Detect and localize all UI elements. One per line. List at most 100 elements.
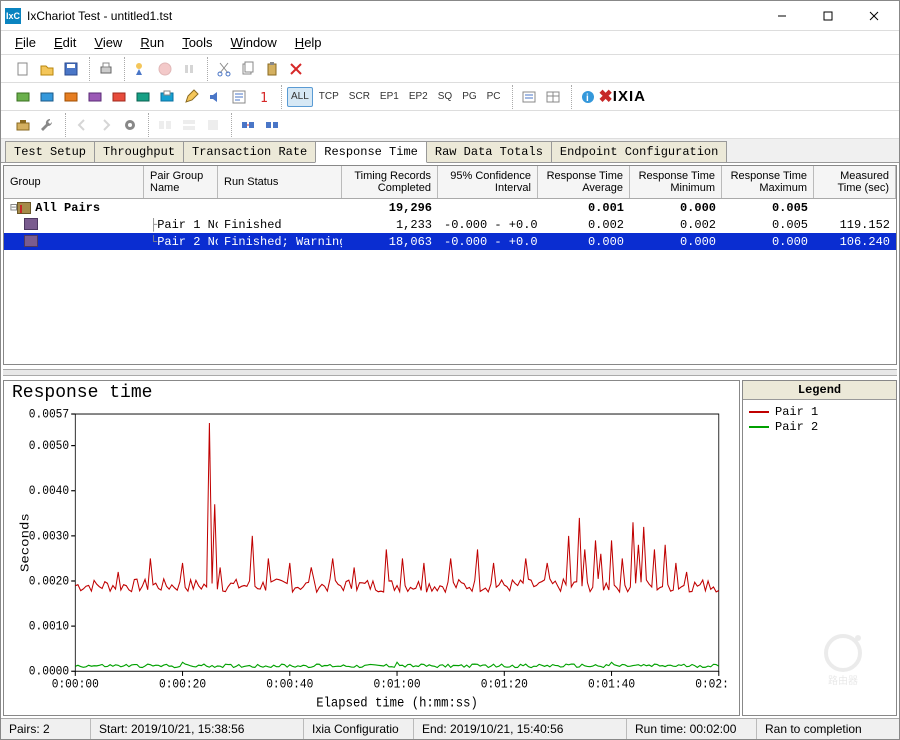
maximize-button[interactable] [805, 2, 851, 30]
chart-plot[interactable]: 0.00000.00100.00200.00300.00400.00500.00… [14, 407, 729, 711]
table-body[interactable]: ⊟ All Pairs19,2960.0010.0000.005 ├Pair 1… [4, 199, 896, 364]
col-measured[interactable]: Measured Time (sec) [814, 166, 896, 198]
svg-text:0.0040: 0.0040 [29, 484, 69, 499]
tab-test-setup[interactable]: Test Setup [5, 141, 95, 162]
status-config: Ixia Configuratio [304, 719, 414, 739]
tab-response-time[interactable]: Response Time [315, 141, 427, 163]
new-icon[interactable] [12, 58, 34, 80]
endpoint1-icon[interactable] [12, 86, 34, 108]
legend-swatch-icon [749, 411, 769, 413]
toolbar-endpoints: 1 ALLTCPSCREP1EP2SQPGPC i ✖ IXIA [1, 83, 899, 111]
col-group[interactable]: Group [4, 166, 144, 198]
one-icon[interactable]: 1 [252, 86, 274, 108]
menu-help[interactable]: Help [287, 33, 330, 52]
endpoint5-icon[interactable] [108, 86, 130, 108]
table-header: Group Pair Group Name Run Status Timing … [4, 166, 896, 199]
status-runtime: Run time: 00:02:00 [627, 719, 757, 739]
info-icon[interactable]: i [577, 86, 599, 108]
filter-ep2[interactable]: EP2 [405, 87, 432, 107]
minimize-button[interactable] [759, 2, 805, 30]
filter-tcp[interactable]: TCP [315, 87, 343, 107]
menu-edit[interactable]: Edit [46, 33, 84, 52]
filter-pc[interactable]: PC [483, 87, 505, 107]
pause-icon [178, 58, 200, 80]
svg-text:0.0010: 0.0010 [29, 619, 69, 634]
svg-text:0:01:00: 0:01:00 [373, 677, 420, 692]
endpoint3-icon[interactable] [60, 86, 82, 108]
edit-endpoint-icon[interactable] [180, 86, 202, 108]
delete-icon[interactable] [285, 58, 307, 80]
menu-window[interactable]: Window [223, 33, 285, 52]
speaker-icon[interactable] [204, 86, 226, 108]
window-title: IxChariot Test - untitled1.tst [27, 9, 759, 23]
svg-text:Seconds: Seconds [18, 513, 32, 572]
filter-all[interactable]: ALL [287, 87, 313, 107]
col-confidence[interactable]: 95% Confidence Interval [438, 166, 538, 198]
filter-ep1[interactable]: EP1 [376, 87, 403, 107]
col-avg[interactable]: Response Time Average [538, 166, 630, 198]
group-icon [17, 202, 31, 214]
col-max[interactable]: Response Time Maximum [722, 166, 814, 198]
group-icon[interactable] [237, 114, 259, 136]
status-start: Start: 2019/10/21, 15:38:56 [91, 719, 304, 739]
open-icon[interactable] [36, 58, 58, 80]
endpoint6-icon[interactable] [132, 86, 154, 108]
tab-transaction-rate[interactable]: Transaction Rate [183, 141, 316, 162]
ixia-logo: ✖ IXIA [600, 87, 646, 107]
print-icon[interactable] [95, 58, 117, 80]
gear-icon[interactable] [119, 114, 141, 136]
status-end: End: 2019/10/21, 15:40:56 [414, 719, 627, 739]
arrow-right-icon [95, 114, 117, 136]
splitter[interactable] [3, 369, 897, 376]
filter-pg[interactable]: PG [458, 87, 480, 107]
table-row[interactable]: └Pair 2 No GroupFinished; Warning(s)18,0… [4, 233, 896, 250]
tab-endpoint-configuration[interactable]: Endpoint Configuration [551, 141, 727, 162]
wrench-icon[interactable] [36, 114, 58, 136]
svg-text:0.0030: 0.0030 [29, 529, 69, 544]
result-tabs: Test SetupThroughputTransaction RateResp… [1, 139, 899, 163]
legend-item[interactable]: Pair 2 [749, 420, 890, 434]
svg-text:i: i [586, 93, 589, 104]
menu-view[interactable]: View [86, 33, 130, 52]
titlebar: IxC IxChariot Test - untitled1.tst [1, 1, 899, 31]
pair-icon [24, 235, 38, 247]
cut-icon[interactable] [213, 58, 235, 80]
col-pair-group[interactable]: Pair Group Name [144, 166, 218, 198]
results-table: Group Pair Group Name Run Status Timing … [3, 165, 897, 365]
list-icon[interactable] [518, 86, 540, 108]
save-icon[interactable] [60, 58, 82, 80]
table-icon[interactable] [542, 86, 564, 108]
align2-icon [178, 114, 200, 136]
endpoint4-icon[interactable] [84, 86, 106, 108]
table-row-summary[interactable]: ⊟ All Pairs19,2960.0010.0000.005 [4, 199, 896, 216]
paste-icon[interactable] [261, 58, 283, 80]
legend-item[interactable]: Pair 1 [749, 405, 890, 419]
align3-icon [202, 114, 224, 136]
chart-panel: Response time 0.00000.00100.00200.00300.… [3, 380, 740, 716]
menu-file[interactable]: File [7, 33, 44, 52]
tab-throughput[interactable]: Throughput [94, 141, 184, 162]
filter-scr[interactable]: SCR [345, 87, 374, 107]
menu-tools[interactable]: Tools [174, 33, 220, 52]
col-run-status[interactable]: Run Status [218, 166, 342, 198]
config-icon[interactable] [228, 86, 250, 108]
status-completion: Ran to completion [757, 719, 899, 739]
col-min[interactable]: Response Time Minimum [630, 166, 722, 198]
tab-raw-data-totals[interactable]: Raw Data Totals [426, 141, 552, 162]
svg-text:0.0020: 0.0020 [29, 574, 69, 589]
endpoint7-icon[interactable] [156, 86, 178, 108]
close-button[interactable] [851, 2, 897, 30]
filter-sq[interactable]: SQ [434, 87, 456, 107]
svg-text:0:00:00: 0:00:00 [52, 677, 99, 692]
menu-run[interactable]: Run [132, 33, 172, 52]
ungroup-icon[interactable] [261, 114, 283, 136]
toolbox-icon[interactable] [12, 114, 34, 136]
run-icon[interactable] [130, 58, 152, 80]
col-timing[interactable]: Timing Records Completed [342, 166, 438, 198]
table-row[interactable]: ├Pair 1 No GroupFinished1,233-0.000 - +0… [4, 216, 896, 233]
app-icon: IxC [5, 8, 21, 24]
endpoint2-icon[interactable] [36, 86, 58, 108]
svg-text:0:01:40: 0:01:40 [588, 677, 635, 692]
align1-icon [154, 114, 176, 136]
copy-icon[interactable] [237, 58, 259, 80]
